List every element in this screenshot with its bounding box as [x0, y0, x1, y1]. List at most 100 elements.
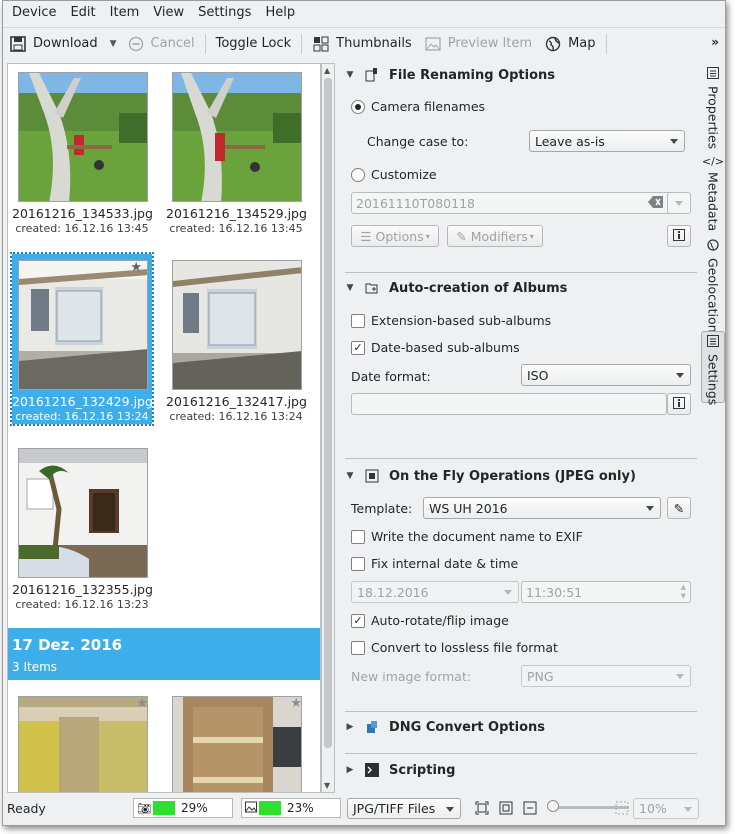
- menu-bar: Device Edit Item View Settings Help: [3, 1, 725, 25]
- clear-icon[interactable]: [648, 195, 664, 212]
- chevron-down-icon: [676, 674, 684, 679]
- checkbox-checked[interactable]: ✓: [351, 340, 365, 355]
- file-filter-value: JPG/TIFF Files: [353, 801, 436, 816]
- section-dng[interactable]: ▶ DNG Convert Options: [341, 719, 545, 735]
- checkbox[interactable]: [351, 640, 365, 655]
- tab-label: Settings: [705, 354, 721, 406]
- radio-button[interactable]: [351, 167, 365, 182]
- convert-lossless-checkbox[interactable]: Convert to lossless file format: [351, 640, 558, 655]
- tab-label: Metadata: [705, 172, 721, 232]
- thumbnail-view[interactable]: 20161216_134533.jpg created: 16.12.16 13…: [7, 63, 321, 793]
- toolbar-overflow-button[interactable]: »: [711, 35, 719, 49]
- star-icon[interactable]: ★: [136, 696, 148, 711]
- thumbnail-filename: 20161216_132355.jpg: [12, 582, 153, 597]
- extension-albums-checkbox[interactable]: Extension-based sub-albums: [351, 313, 551, 328]
- checkbox[interactable]: [351, 556, 365, 571]
- zoom-out-icon[interactable]: [523, 801, 537, 818]
- edit-template-button[interactable]: ✎: [667, 497, 691, 519]
- thumbnail-item[interactable]: 20161216_134533.jpg created: 16.12.16 13…: [12, 66, 153, 236]
- customize-radio[interactable]: Customize: [351, 167, 437, 182]
- section-onthefly[interactable]: ▼ On the Fly Operations (JPEG only): [341, 468, 636, 484]
- thumbnail-item[interactable]: 20161216_134529.jpg created: 16.12.16 13…: [166, 66, 307, 236]
- menu-device[interactable]: Device: [5, 1, 63, 25]
- chevron-down-icon: ▾: [425, 231, 430, 241]
- download-menu-arrow-icon[interactable]: ▼: [110, 39, 117, 49]
- write-docname-checkbox[interactable]: Write the document name to EXIF: [351, 529, 583, 544]
- custom-date-format-field[interactable]: [351, 393, 667, 415]
- checkbox[interactable]: [351, 529, 365, 544]
- pencil-icon: ✎: [673, 500, 685, 516]
- chevron-down-icon: [675, 200, 683, 206]
- info-button[interactable]: [667, 225, 691, 247]
- radio-button[interactable]: [351, 99, 365, 114]
- options-button[interactable]: ☰ Options ▾: [351, 225, 439, 247]
- modifiers-label: Modifiers: [470, 228, 528, 244]
- thumbnail-item-selected[interactable]: ★ 20161216_132429.jpg created: 16.12.16 …: [10, 252, 154, 426]
- scroll-down-icon[interactable]: ▼: [324, 781, 330, 790]
- date-format-select[interactable]: ISO: [521, 364, 691, 386]
- menu-settings[interactable]: Settings: [191, 1, 258, 25]
- checkbox-checked[interactable]: ✓: [351, 613, 365, 628]
- auto-rotate-checkbox[interactable]: ✓ Auto-rotate/flip image: [351, 613, 509, 628]
- tab-properties[interactable]: Properties: [701, 67, 725, 149]
- thumbnail-item[interactable]: ★: [12, 690, 152, 792]
- thumbnail-image: [18, 696, 148, 792]
- tab-geolocation[interactable]: Geolocation: [701, 239, 725, 333]
- scrollbar-handle[interactable]: [324, 78, 332, 748]
- customize-history-dropdown[interactable]: [667, 192, 691, 214]
- spin-arrows-icon[interactable]: ▲ ▼: [681, 583, 686, 601]
- section-auto-albums[interactable]: ▼ Auto-creation of Albums: [341, 280, 568, 296]
- chevron-down-icon: [676, 373, 684, 378]
- checkbox[interactable]: [351, 313, 365, 328]
- zoom-slider-handle[interactable]: [547, 800, 559, 812]
- camera-filenames-radio[interactable]: Camera filenames: [351, 99, 485, 114]
- cancel-button[interactable]: Cancel: [121, 30, 201, 58]
- menu-item[interactable]: Item: [103, 1, 147, 25]
- modifiers-button[interactable]: ✎ Modifiers ▾: [447, 225, 543, 247]
- zoom-fit-icon[interactable]: [475, 801, 489, 818]
- zoom-level-select[interactable]: 10%: [633, 798, 699, 819]
- checkbox-label: Fix internal date & time: [371, 556, 519, 571]
- image-icon: [245, 801, 257, 816]
- tab-settings[interactable]: Settings: [701, 331, 725, 406]
- menu-edit[interactable]: Edit: [63, 1, 102, 25]
- customize-pattern-field[interactable]: 20161110T080118: [351, 192, 673, 214]
- tab-metadata[interactable]: </> Metadata: [701, 155, 725, 235]
- thumbnail-item[interactable]: 20161216_132355.jpg created: 16.12.16 13…: [12, 442, 153, 612]
- zoom-value: 10%: [639, 801, 667, 816]
- scroll-up-icon[interactable]: ▲: [324, 66, 330, 75]
- star-icon[interactable]: ★: [290, 696, 302, 711]
- thumbnail-image: [18, 260, 148, 390]
- map-button[interactable]: Map: [538, 30, 601, 58]
- chevron-down-icon: [446, 807, 454, 812]
- zoom-actual-size-icon[interactable]: [499, 801, 513, 818]
- download-button[interactable]: Download: [3, 30, 104, 58]
- section-scripting[interactable]: ▶ Scripting: [341, 762, 456, 778]
- thumbnails-button[interactable]: Thumbnails: [306, 30, 418, 58]
- date-albums-checkbox[interactable]: ✓ Date-based sub-albums: [351, 340, 520, 355]
- thumbnail-item[interactable]: 20161216_132417.jpg created: 16.12.16 13…: [166, 254, 307, 424]
- thumbnail-scrollbar[interactable]: ▲ ▼: [321, 63, 335, 793]
- menu-view[interactable]: View: [146, 1, 191, 25]
- section-file-renaming[interactable]: ▼ File Renaming Options: [341, 67, 556, 83]
- date-picker[interactable]: 18.12.2016: [351, 581, 519, 603]
- code-icon: </>: [701, 155, 725, 168]
- zoom-in-icon[interactable]: [615, 801, 629, 818]
- preview-item-button[interactable]: Preview Item: [418, 30, 538, 58]
- file-filter-select[interactable]: JPG/TIFF Files: [347, 798, 461, 819]
- new-format-select[interactable]: PNG: [521, 665, 691, 687]
- thumbnail-date: created: 16.12.16 13:24: [169, 410, 303, 423]
- fix-date-checkbox[interactable]: Fix internal date & time: [351, 556, 518, 571]
- rename-icon: [363, 67, 381, 83]
- menu-help[interactable]: Help: [258, 1, 302, 25]
- thumbnail-image: [18, 448, 148, 578]
- template-value: WS UH 2016: [429, 500, 508, 516]
- toggle-lock-button[interactable]: Toggle Lock: [210, 30, 298, 58]
- star-icon[interactable]: ★: [130, 260, 142, 275]
- change-case-select[interactable]: Leave as-is: [529, 130, 685, 152]
- template-select[interactable]: WS UH 2016: [423, 497, 661, 519]
- thumbnail-item[interactable]: ★: [166, 690, 306, 792]
- date-group-header[interactable]: 17 Dez. 2016 3 Items: [8, 628, 320, 680]
- time-spinbox[interactable]: 11:30:51 ▲ ▼: [521, 581, 691, 603]
- date-format-info-button[interactable]: [667, 393, 691, 415]
